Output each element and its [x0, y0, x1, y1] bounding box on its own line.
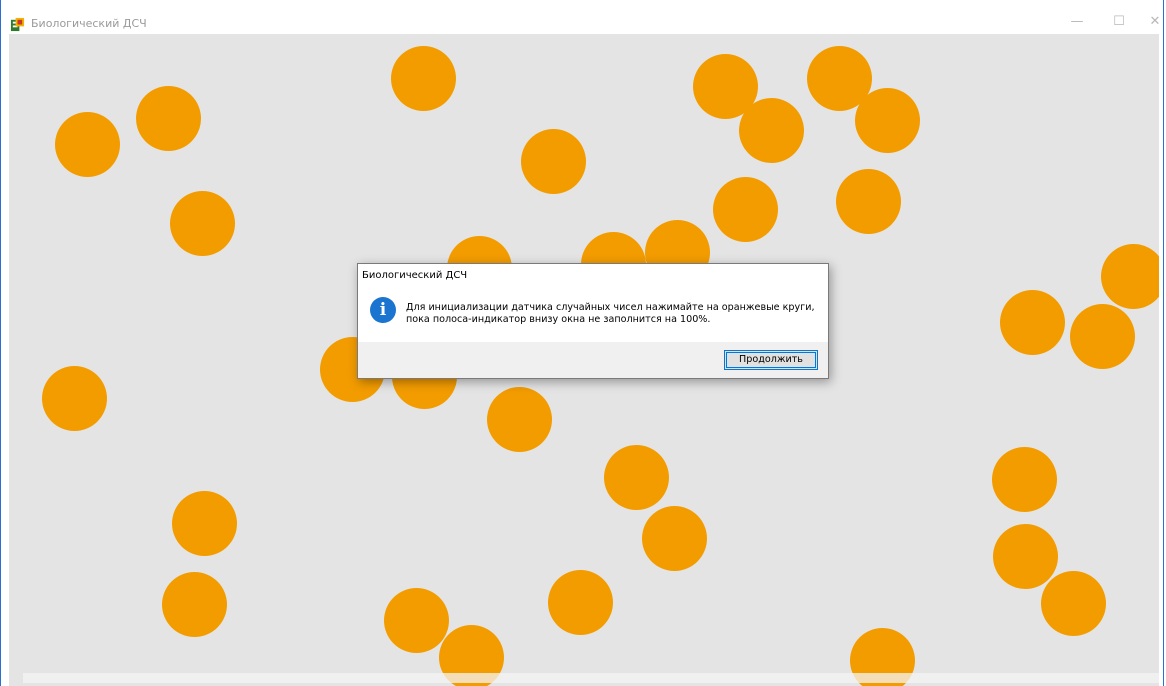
- orange-circle[interactable]: [836, 169, 901, 234]
- dialog-message-line-2: пока полоса-индикатор внизу окна не запо…: [406, 314, 711, 325]
- orange-circle[interactable]: [855, 88, 920, 153]
- progress-bar: [23, 673, 1159, 683]
- dialog-message-line-1: Для инициализации датчика случайных чисе…: [406, 302, 815, 313]
- orange-circle[interactable]: [1000, 290, 1065, 355]
- orange-circle[interactable]: [1070, 304, 1135, 369]
- orange-circle[interactable]: [55, 112, 120, 177]
- continue-button[interactable]: Продолжить: [724, 350, 818, 370]
- close-button[interactable]: ✕: [1135, 10, 1166, 34]
- orange-circle[interactable]: [172, 491, 237, 556]
- orange-circle[interactable]: [487, 387, 552, 452]
- dialog-footer: Продолжить: [358, 342, 828, 378]
- orange-circle[interactable]: [993, 524, 1058, 589]
- app-window: Биологический ДСЧ — ☐ ✕ Биологический ДС…: [0, 0, 1164, 686]
- orange-circle[interactable]: [992, 447, 1057, 512]
- orange-circle[interactable]: [642, 506, 707, 571]
- window-title: Биологический ДСЧ: [31, 17, 147, 30]
- orange-circle[interactable]: [1101, 244, 1159, 309]
- orange-circle[interactable]: [713, 177, 778, 242]
- app-icon: [10, 17, 25, 32]
- message-dialog: Биологический ДСЧ i Для инициализации да…: [357, 263, 829, 379]
- title-bar[interactable]: Биологический ДСЧ — ☐ ✕: [1, 0, 1163, 34]
- orange-circle[interactable]: [384, 588, 449, 653]
- dialog-title: Биологический ДСЧ: [362, 270, 468, 281]
- orange-circle[interactable]: [170, 191, 235, 256]
- orange-circle[interactable]: [42, 366, 107, 431]
- dialog-message: Для инициализации датчика случайных чисе…: [406, 302, 821, 326]
- orange-circle[interactable]: [1041, 571, 1106, 636]
- info-icon: i: [370, 297, 396, 323]
- orange-circle[interactable]: [521, 129, 586, 194]
- orange-circle[interactable]: [739, 98, 804, 163]
- minimize-button[interactable]: —: [1057, 10, 1097, 34]
- orange-circle[interactable]: [391, 46, 456, 111]
- maximize-button[interactable]: ☐: [1099, 10, 1139, 34]
- orange-circle[interactable]: [548, 570, 613, 635]
- orange-circle[interactable]: [136, 86, 201, 151]
- orange-circle[interactable]: [604, 445, 669, 510]
- orange-circle[interactable]: [162, 572, 227, 637]
